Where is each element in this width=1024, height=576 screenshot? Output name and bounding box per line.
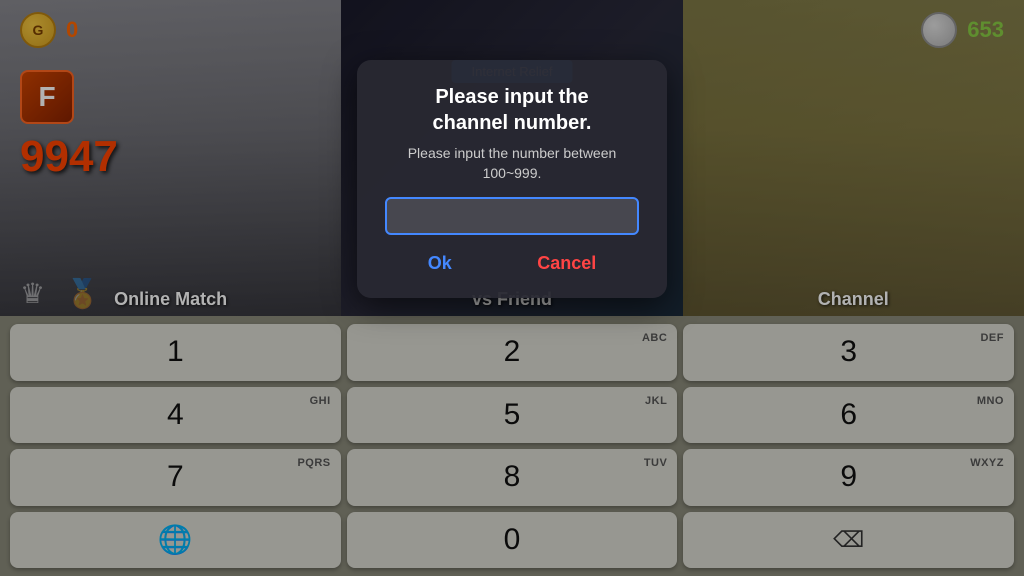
channel-input[interactable] bbox=[385, 197, 639, 235]
dialog-overlay: Please input thechannel number. Please i… bbox=[0, 0, 1024, 576]
dialog-buttons: Ok Cancel bbox=[385, 249, 639, 278]
dialog-subtitle: Please input the number between100~999. bbox=[385, 144, 639, 183]
cancel-button[interactable]: Cancel bbox=[517, 249, 616, 278]
ok-button[interactable]: Ok bbox=[408, 249, 472, 278]
channel-dialog: Please input thechannel number. Please i… bbox=[357, 60, 667, 298]
dialog-title: Please input thechannel number. bbox=[385, 84, 639, 136]
